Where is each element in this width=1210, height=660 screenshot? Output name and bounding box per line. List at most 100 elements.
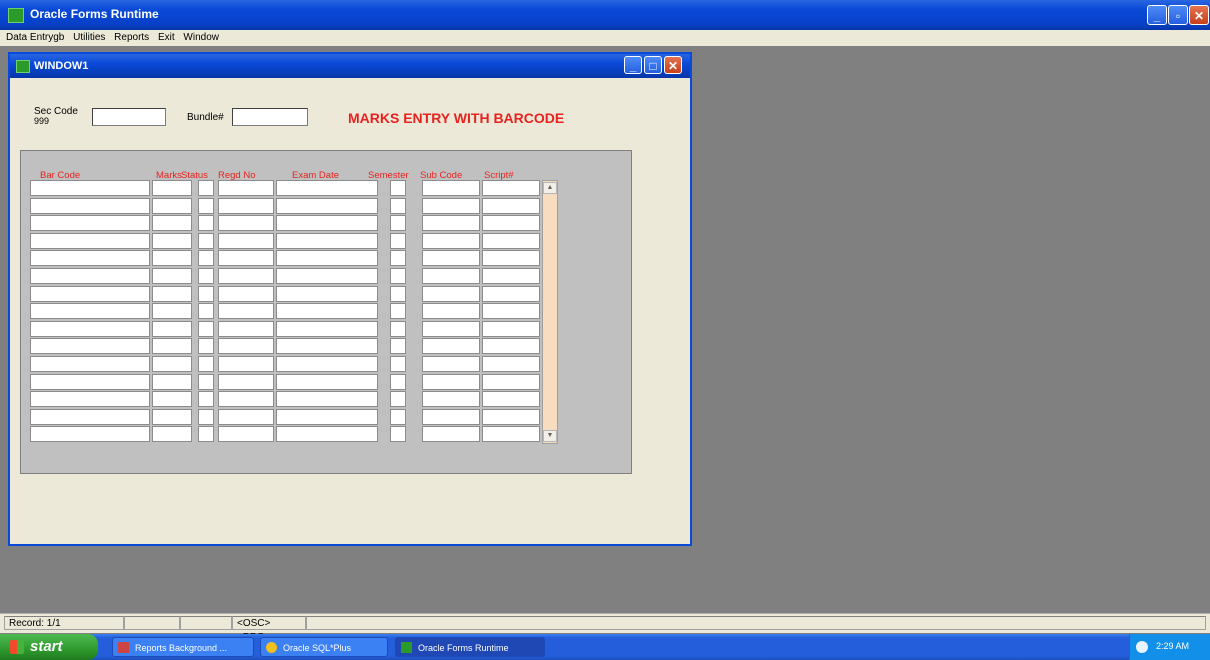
- marks-cell[interactable]: [152, 250, 192, 266]
- script-cell[interactable]: [482, 268, 540, 284]
- menu-item-window[interactable]: Window: [183, 32, 219, 43]
- bar-code-cell[interactable]: [30, 180, 150, 196]
- exam-date-cell[interactable]: [276, 198, 378, 214]
- status-cell[interactable]: [198, 391, 214, 407]
- status-cell[interactable]: [198, 250, 214, 266]
- taskbar-item-reports[interactable]: Reports Background ...: [112, 637, 254, 657]
- exam-date-cell[interactable]: [276, 268, 378, 284]
- regd-no-cell[interactable]: [218, 356, 274, 372]
- bar-code-cell[interactable]: [30, 233, 150, 249]
- semester-cell[interactable]: [390, 338, 406, 354]
- window1-maximize-button[interactable]: □: [644, 56, 662, 74]
- regd-no-cell[interactable]: [218, 426, 274, 442]
- sub-code-cell[interactable]: [422, 338, 480, 354]
- taskbar-item-oracle-forms[interactable]: Oracle Forms Runtime: [395, 637, 545, 657]
- script-cell[interactable]: [482, 250, 540, 266]
- window1-minimize-button[interactable]: _: [624, 56, 642, 74]
- script-cell[interactable]: [482, 303, 540, 319]
- exam-date-cell[interactable]: [276, 303, 378, 319]
- script-cell[interactable]: [482, 198, 540, 214]
- exam-date-cell[interactable]: [276, 233, 378, 249]
- status-cell[interactable]: [198, 215, 214, 231]
- bundle-field[interactable]: [232, 108, 308, 126]
- script-cell[interactable]: [482, 374, 540, 390]
- menu-item-reports[interactable]: Reports: [114, 32, 149, 43]
- regd-no-cell[interactable]: [218, 338, 274, 354]
- bar-code-cell[interactable]: [30, 215, 150, 231]
- regd-no-cell[interactable]: [218, 180, 274, 196]
- close-button[interactable]: ✕: [1189, 5, 1209, 25]
- exam-date-cell[interactable]: [276, 426, 378, 442]
- marks-cell[interactable]: [152, 215, 192, 231]
- sub-code-cell[interactable]: [422, 426, 480, 442]
- script-cell[interactable]: [482, 409, 540, 425]
- menu-item-data-entry[interactable]: Data Entrygb: [6, 32, 64, 43]
- bar-code-cell[interactable]: [30, 250, 150, 266]
- status-cell[interactable]: [198, 303, 214, 319]
- network-icon[interactable]: [1136, 641, 1148, 653]
- restore-button[interactable]: ▫: [1168, 5, 1188, 25]
- semester-cell[interactable]: [390, 409, 406, 425]
- regd-no-cell[interactable]: [218, 321, 274, 337]
- start-button[interactable]: start: [0, 634, 98, 660]
- exam-date-cell[interactable]: [276, 374, 378, 390]
- bar-code-cell[interactable]: [30, 198, 150, 214]
- semester-cell[interactable]: [390, 356, 406, 372]
- sub-code-cell[interactable]: [422, 409, 480, 425]
- script-cell[interactable]: [482, 180, 540, 196]
- marks-cell[interactable]: [152, 321, 192, 337]
- regd-no-cell[interactable]: [218, 409, 274, 425]
- marks-cell[interactable]: [152, 180, 192, 196]
- sub-code-cell[interactable]: [422, 250, 480, 266]
- exam-date-cell[interactable]: [276, 391, 378, 407]
- semester-cell[interactable]: [390, 180, 406, 196]
- semester-cell[interactable]: [390, 374, 406, 390]
- script-cell[interactable]: [482, 356, 540, 372]
- bar-code-cell[interactable]: [30, 374, 150, 390]
- regd-no-cell[interactable]: [218, 215, 274, 231]
- scroll-up-icon[interactable]: ▲: [543, 182, 557, 194]
- sub-code-cell[interactable]: [422, 356, 480, 372]
- semester-cell[interactable]: [390, 321, 406, 337]
- regd-no-cell[interactable]: [218, 233, 274, 249]
- bar-code-cell[interactable]: [30, 286, 150, 302]
- exam-date-cell[interactable]: [276, 250, 378, 266]
- exam-date-cell[interactable]: [276, 356, 378, 372]
- sub-code-cell[interactable]: [422, 321, 480, 337]
- sub-code-cell[interactable]: [422, 391, 480, 407]
- sub-code-cell[interactable]: [422, 303, 480, 319]
- bar-code-cell[interactable]: [30, 268, 150, 284]
- semester-cell[interactable]: [390, 233, 406, 249]
- semester-cell[interactable]: [390, 198, 406, 214]
- bar-code-cell[interactable]: [30, 338, 150, 354]
- bar-code-cell[interactable]: [30, 409, 150, 425]
- sub-code-cell[interactable]: [422, 233, 480, 249]
- status-cell[interactable]: [198, 409, 214, 425]
- semester-cell[interactable]: [390, 426, 406, 442]
- script-cell[interactable]: [482, 286, 540, 302]
- script-cell[interactable]: [482, 338, 540, 354]
- regd-no-cell[interactable]: [218, 250, 274, 266]
- grid-scrollbar[interactable]: ▲ ▼: [542, 180, 558, 444]
- exam-date-cell[interactable]: [276, 338, 378, 354]
- regd-no-cell[interactable]: [218, 391, 274, 407]
- regd-no-cell[interactable]: [218, 268, 274, 284]
- sub-code-cell[interactable]: [422, 374, 480, 390]
- status-cell[interactable]: [198, 286, 214, 302]
- scroll-down-icon[interactable]: ▼: [543, 430, 557, 442]
- sub-code-cell[interactable]: [422, 198, 480, 214]
- sub-code-cell[interactable]: [422, 180, 480, 196]
- marks-cell[interactable]: [152, 198, 192, 214]
- marks-cell[interactable]: [152, 356, 192, 372]
- marks-cell[interactable]: [152, 268, 192, 284]
- regd-no-cell[interactable]: [218, 286, 274, 302]
- sub-code-cell[interactable]: [422, 215, 480, 231]
- sec-code-field[interactable]: [92, 108, 166, 126]
- semester-cell[interactable]: [390, 215, 406, 231]
- window1-close-button[interactable]: ✕: [664, 56, 682, 74]
- semester-cell[interactable]: [390, 286, 406, 302]
- script-cell[interactable]: [482, 215, 540, 231]
- bar-code-cell[interactable]: [30, 303, 150, 319]
- bar-code-cell[interactable]: [30, 391, 150, 407]
- exam-date-cell[interactable]: [276, 180, 378, 196]
